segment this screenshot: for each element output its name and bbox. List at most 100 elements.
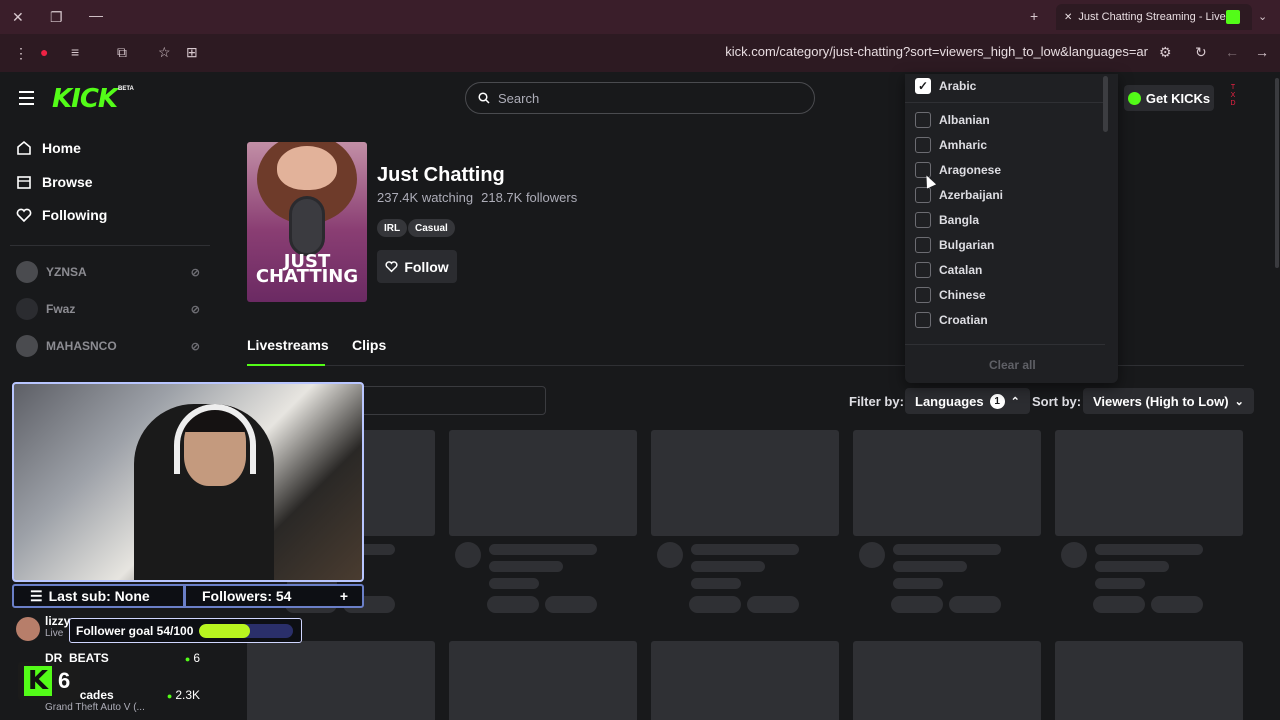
viewer-count: 6 (185, 651, 200, 665)
tab-clips[interactable]: Clips (352, 337, 386, 353)
language-option-croatian[interactable]: Croatian (915, 312, 988, 328)
extension-icon[interactable]: ● (40, 44, 48, 60)
tag-irl[interactable]: IRL (377, 219, 408, 237)
bookmark-star-icon[interactable]: ☆ (158, 44, 171, 60)
option-label: Chinese (939, 288, 986, 302)
dropdown-divider (905, 344, 1105, 345)
tab-menu-chevron-icon[interactable]: ⌄ (1258, 9, 1267, 25)
avatar (16, 261, 38, 283)
stream-card-placeholder (449, 430, 637, 536)
restore-window-icon[interactable]: ❐ (50, 9, 63, 25)
offline-icon: ⊘ (190, 266, 200, 279)
checkbox-icon[interactable] (915, 312, 931, 328)
option-label: Bangla (939, 213, 980, 227)
translate-icon[interactable]: ⊞ (186, 44, 198, 60)
page-scrollbar[interactable] (1275, 78, 1279, 268)
search-placeholder: Search (498, 90, 540, 106)
followed-channel[interactable]: Fwaz ⊘ (16, 298, 200, 320)
site-settings-icon[interactable]: ⚙ (1159, 44, 1172, 60)
option-label: Amharic (939, 138, 988, 152)
stream-card-placeholder (449, 641, 637, 720)
tab-close-icon[interactable]: ✕ (1064, 12, 1072, 23)
checkbox-icon[interactable] (915, 237, 931, 253)
tag-placeholder (487, 596, 539, 613)
forward-arrow-icon[interactable]: → (1255, 44, 1269, 60)
followers-count: 218.7K followers (481, 190, 578, 205)
stream-card-placeholder (1055, 641, 1243, 720)
language-option-albanian[interactable]: Albanian (915, 112, 990, 128)
tag-placeholder (545, 596, 597, 613)
hamburger-menu-icon[interactable] (19, 91, 34, 109)
sidebar-item-following[interactable]: Following (16, 207, 107, 223)
follow-button[interactable]: Follow (377, 250, 457, 283)
tab-livestreams[interactable]: Livestreams (247, 337, 329, 353)
close-window-icon[interactable]: ✕ (12, 9, 24, 25)
category-thumbnail: JUST CHATTING (247, 142, 367, 302)
kick-logo[interactable]: KICK (52, 84, 118, 114)
profile-avatar[interactable]: TXD (1229, 84, 1237, 108)
language-option-catalan[interactable]: Catalan (915, 262, 982, 278)
checkbox-icon[interactable] (915, 187, 931, 203)
search-input[interactable]: Search (465, 82, 815, 114)
language-option-bulgarian[interactable]: Bulgarian (915, 237, 994, 253)
languages-dropdown-button[interactable]: Languages 1 ⌃ (905, 388, 1030, 414)
sidebar-item-label: Following (42, 207, 108, 223)
microphone-icon (289, 196, 325, 256)
minimize-window-icon[interactable]: — (89, 7, 103, 23)
text-placeholder (1095, 561, 1169, 572)
checkbox-icon[interactable] (915, 112, 931, 128)
kick-k-icon: K (24, 666, 52, 696)
reload-icon[interactable]: ↻ (1195, 44, 1207, 60)
extensions-puzzle-icon[interactable]: ⧉ (117, 44, 127, 60)
browse-icon (17, 176, 31, 189)
tag-casual[interactable]: Casual (408, 219, 455, 237)
heart-icon (385, 261, 398, 273)
language-option-amharic[interactable]: Amharic (915, 137, 987, 153)
home-icon (17, 140, 31, 155)
language-option-bangla[interactable]: Bangla (915, 212, 979, 228)
new-tab-button[interactable]: + (1030, 8, 1038, 24)
checkbox-icon[interactable] (915, 287, 931, 303)
checkbox-checked-icon[interactable]: ✓ (915, 78, 931, 94)
text-placeholder (893, 561, 967, 572)
checkbox-icon[interactable] (915, 137, 931, 153)
follow-label: Follow (404, 258, 449, 275)
goal-label: Follower goal 54/100 (76, 623, 194, 638)
option-label: Albanian (939, 113, 990, 127)
browser-menu-icon[interactable]: ⋮ (14, 45, 28, 61)
sort-by-label: Sort by: (1032, 394, 1082, 409)
kick-count: 6 (58, 668, 71, 693)
language-option-azerbaijani[interactable]: Azerbaijani (915, 187, 1003, 203)
language-option-arabic[interactable]: ✓ Arabic (915, 78, 976, 94)
back-arrow-icon[interactable]: ← (1225, 44, 1239, 60)
language-option-chinese[interactable]: Chinese (915, 287, 986, 303)
checkbox-icon[interactable] (915, 262, 931, 278)
languages-label: Languages (915, 393, 984, 409)
clear-all-button[interactable]: Clear all (989, 358, 1036, 372)
dropdown-scrollbar[interactable] (1103, 76, 1108, 132)
watching-count: 237.4K watching (377, 190, 474, 205)
browser-tab[interactable]: ✕ Just Chatting Streaming - Live (1056, 4, 1252, 30)
sort-dropdown-button[interactable]: Viewers (High to Low) ⌄ (1083, 388, 1254, 414)
goal-progress-fill (199, 623, 251, 638)
followed-channel[interactable]: YZNSA ⊘ (16, 261, 200, 283)
get-kicks-button[interactable]: Get KICKs (1124, 85, 1214, 111)
followed-channel[interactable]: MAHASNCO ⊘ (16, 335, 200, 357)
stream-card-placeholder (651, 641, 839, 720)
tab-title: Just Chatting Streaming - Live (1078, 11, 1226, 23)
text-placeholder (1095, 578, 1145, 589)
sidebar-item-label: Home (42, 140, 81, 156)
option-label: Bulgarian (939, 238, 995, 252)
heart-icon (16, 208, 32, 223)
reading-list-icon[interactable]: ≡ (71, 44, 79, 60)
sidebar-item-browse[interactable]: Browse (16, 174, 93, 190)
category-stats: 237.4K watching 218.7K followers (377, 190, 577, 205)
checkbox-icon[interactable] (915, 212, 931, 228)
languages-count-badge: 1 (989, 393, 1005, 409)
channel-category: Grand Theft Auto V (... (45, 702, 145, 713)
sidebar-item-home[interactable]: Home (16, 140, 81, 156)
tag-placeholder (891, 596, 943, 613)
avatar (16, 298, 38, 320)
beta-badge: BETA (118, 86, 134, 92)
address-bar[interactable]: kick.com/category/just-chatting?sort=vie… (700, 44, 1148, 59)
